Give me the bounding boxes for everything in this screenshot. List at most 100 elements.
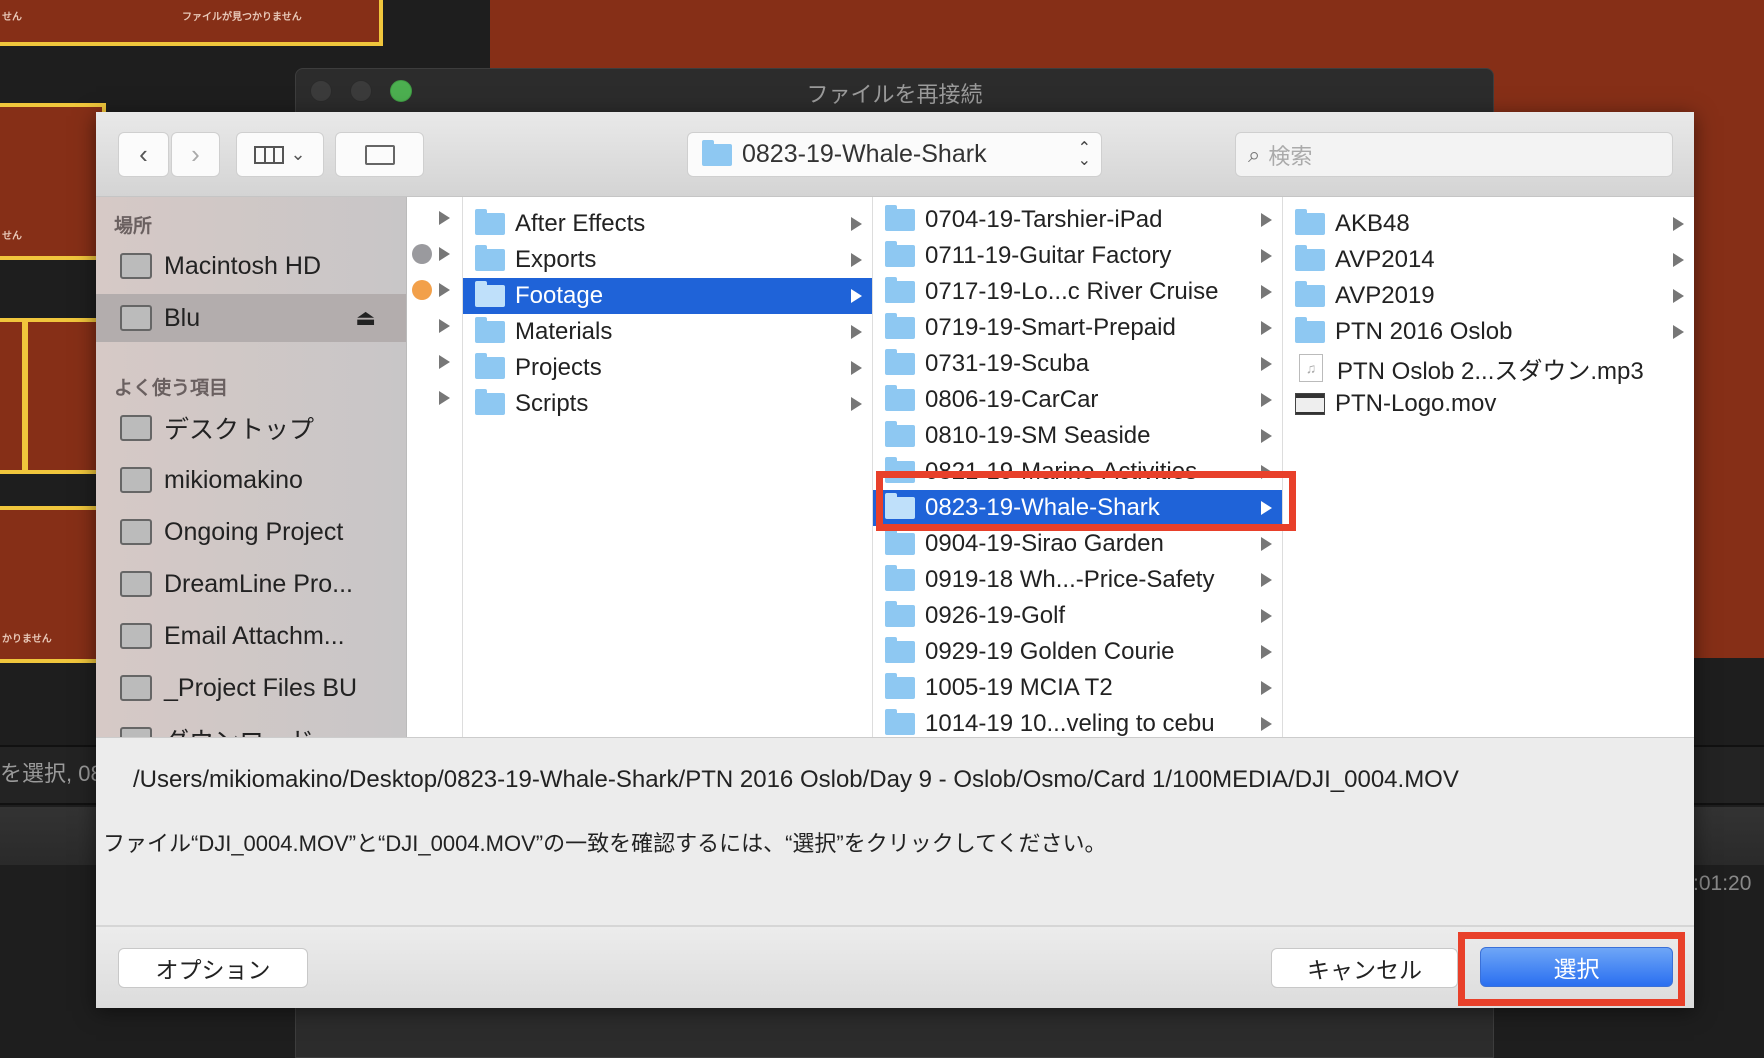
new-folder-icon <box>364 144 395 165</box>
file-name: PTN-Logo.mov <box>1335 390 1497 417</box>
file-list-item[interactable]: AKB48 <box>1283 206 1694 242</box>
disclosure-arrow-icon <box>851 217 862 231</box>
options-button[interactable]: オプション <box>118 948 308 988</box>
disclosure-arrow-icon[interactable] <box>439 283 450 297</box>
disclosure-arrow-icon[interactable] <box>439 247 450 261</box>
folder-icon <box>885 385 915 411</box>
sidebar-item-label: DreamLine Pro... <box>164 569 353 598</box>
file-list-item[interactable]: PTN 2016 Oslob <box>1283 314 1694 350</box>
clip-missing-label: ファイルが見つかりません <box>182 12 302 23</box>
disclosure-arrow-icon <box>851 253 862 267</box>
folder-icon <box>885 349 915 375</box>
back-button[interactable]: ‹ <box>118 132 169 177</box>
disclosure-arrow-icon <box>1261 357 1272 371</box>
disclosure-arrow-icon[interactable] <box>439 319 450 333</box>
file-list-item[interactable]: 1014-19 10...veling to cebu <box>873 706 1282 737</box>
file-name: AKB48 <box>1335 210 1410 237</box>
column-1[interactable]: After Effects Exports Footage Materials Proj… <box>463 197 873 737</box>
folder-icon <box>475 353 505 379</box>
file-list-item[interactable]: Projects <box>463 350 872 386</box>
timeline-clip[interactable]: せん <box>0 103 106 260</box>
disclosure-arrow-icon <box>1261 321 1272 335</box>
file-name: PTN 2016 Oslob <box>1335 318 1513 345</box>
external-drive-icon <box>120 305 152 331</box>
sidebar-item-favorite[interactable]: Ongoing Project <box>96 508 406 556</box>
folder-icon <box>475 389 505 415</box>
timeline-clip[interactable]: かりません <box>0 506 106 663</box>
file-list-item[interactable]: 0810-19-SM Seaside <box>873 418 1282 454</box>
file-name: 0904-19-Sirao Garden <box>925 530 1164 557</box>
file-list-item[interactable]: 0711-19-Guitar Factory <box>873 238 1282 274</box>
timeline-clip[interactable] <box>0 318 26 474</box>
folder-icon <box>120 519 152 545</box>
file-name: 0711-19-Guitar Factory <box>925 242 1172 269</box>
sidebar-item-favorite[interactable]: _Project Files BU <box>96 664 406 712</box>
folder-icon <box>885 529 915 555</box>
clip-missing-label: かりません <box>2 634 52 645</box>
disclosure-arrow-icon <box>851 361 862 375</box>
file-list-item[interactable]: 0929-19 Golden Courie <box>873 634 1282 670</box>
file-list-item[interactable]: After Effects <box>463 206 872 242</box>
file-list-item[interactable]: 0704-19-Tarshier-iPad <box>873 202 1282 238</box>
eject-icon[interactable]: ⏏ <box>355 305 376 331</box>
file-list-item[interactable]: 0919-18 Wh...-Price-Safety <box>873 562 1282 598</box>
file-list-item[interactable]: 1005-19 MCIA T2 <box>873 670 1282 706</box>
folder-icon <box>885 637 915 663</box>
new-folder-button[interactable] <box>335 132 424 177</box>
sidebar-item-macintosh-hd[interactable]: Macintosh HD <box>96 242 406 290</box>
dialog-toolbar: ‹ › ⌄ 0823-19-Whale-Shark ⌃ ⌄ ⌕ 検索 <box>96 112 1694 197</box>
file-list-item[interactable]: 0731-19-Scuba <box>873 346 1282 382</box>
sidebar-item-favorite[interactable]: Email Attachm... <box>96 612 406 660</box>
disclosure-arrow-icon <box>851 325 862 339</box>
file-list-item[interactable]: 0717-19-Lo...c River Cruise <box>873 274 1282 310</box>
disclosure-arrow-icon <box>1261 609 1272 623</box>
disclosure-arrow-icon[interactable] <box>439 211 450 225</box>
sidebar-item-favorite[interactable]: ダウンロード <box>96 716 406 737</box>
file-list-item[interactable]: PTN-Logo.mov <box>1283 386 1694 422</box>
tag-dot-icon <box>412 244 432 264</box>
file-list-item[interactable]: 0719-19-Smart-Prepaid <box>873 310 1282 346</box>
file-list-item[interactable]: Exports <box>463 242 872 278</box>
file-list-item[interactable]: Scripts <box>463 386 872 422</box>
disclosure-arrow-icon[interactable] <box>439 355 450 369</box>
column-3[interactable]: AKB48 AVP2014 AVP2019 PTN 2016 Oslob ♫ PTN Os… <box>1283 197 1694 737</box>
path-popup[interactable]: 0823-19-Whale-Shark ⌃ ⌄ <box>687 132 1102 177</box>
disclosure-arrow-icon <box>851 397 862 411</box>
sidebar-item-blu[interactable]: Blu ⏏ <box>96 294 406 342</box>
audio-file-icon: ♫ <box>1299 354 1323 382</box>
sidebar-item-favorite[interactable]: デスクトップ <box>96 404 406 452</box>
open-dialog: ‹ › ⌄ 0823-19-Whale-Shark ⌃ ⌄ ⌕ 検索 場所 Macint… <box>96 112 1694 1008</box>
instruction-message: ファイル“DJI_0004.MOV”と“DJI_0004.MOV”の一致を確認す… <box>103 831 1107 856</box>
file-name: PTN Oslob 2...スダウン.mp3 <box>1337 357 1644 385</box>
column-2[interactable]: 0704-19-Tarshier-iPad 0711-19-Guitar Fact… <box>873 197 1283 737</box>
folder-icon <box>885 601 915 627</box>
file-name: AVP2014 <box>1335 246 1435 273</box>
sidebar-item-favorite[interactable]: DreamLine Pro... <box>96 560 406 608</box>
file-name: 1014-19 10...veling to cebu <box>925 710 1215 737</box>
clip-missing-label: せん <box>2 12 22 23</box>
cancel-button[interactable]: キャンセル <box>1271 948 1458 988</box>
home-icon <box>120 467 152 493</box>
dialog-footer: /Users/mikiomakino/Desktop/0823-19-Whale… <box>96 737 1694 1008</box>
chevron-left-icon: ‹ <box>139 139 148 169</box>
disclosure-arrow-icon[interactable] <box>439 391 450 405</box>
file-list-item[interactable]: 0904-19-Sirao Garden <box>873 526 1282 562</box>
search-field[interactable]: ⌕ 検索 <box>1235 132 1673 177</box>
file-list-item[interactable]: Footage <box>463 278 872 314</box>
timeline-clip[interactable]: ファイルが見つかりません せん <box>0 0 383 46</box>
disclosure-arrow-icon <box>1261 249 1272 263</box>
forward-button[interactable]: › <box>171 132 220 177</box>
file-name: 0929-19 Golden Courie <box>925 638 1175 665</box>
view-mode-button[interactable]: ⌄ <box>236 132 324 177</box>
file-list-item[interactable]: 0926-19-Golf <box>873 598 1282 634</box>
sidebar-item-favorite[interactable]: mikiomakino <box>96 456 406 504</box>
chevron-right-icon: › <box>191 139 200 169</box>
file-list-item[interactable]: ♫ PTN Oslob 2...スダウン.mp3 <box>1283 350 1694 386</box>
file-list-item[interactable]: AVP2014 <box>1283 242 1694 278</box>
tag-column <box>407 197 463 737</box>
timeline-clip[interactable] <box>24 318 104 474</box>
folder-icon <box>475 281 505 307</box>
file-list-item[interactable]: 0806-19-CarCar <box>873 382 1282 418</box>
file-list-item[interactable]: Materials <box>463 314 872 350</box>
file-list-item[interactable]: AVP2019 <box>1283 278 1694 314</box>
